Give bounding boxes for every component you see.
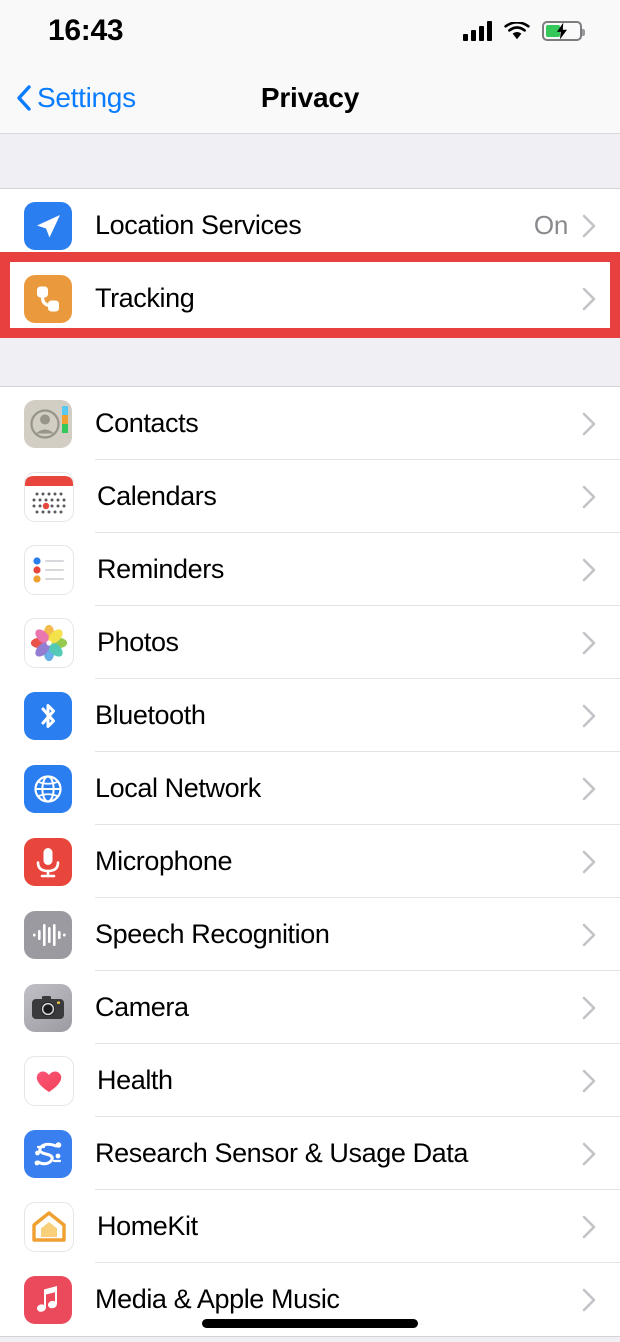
settings-row-bluetooth[interactable]: Bluetooth bbox=[0, 679, 620, 752]
settings-row-label: HomeKit bbox=[97, 1211, 198, 1241]
settings-row-research-sensor[interactable]: Research Sensor & Usage Data bbox=[0, 1117, 620, 1190]
settings-row-label: Photos bbox=[97, 627, 179, 657]
local-network-icon bbox=[24, 764, 72, 813]
page-title: Privacy bbox=[260, 81, 360, 113]
location-services-icon bbox=[24, 201, 72, 250]
settings-row-reminders[interactable]: Reminders bbox=[0, 533, 620, 606]
settings-row-speech-recognition[interactable]: Speech Recognition bbox=[0, 898, 620, 971]
chevron-right-icon bbox=[582, 287, 596, 310]
settings-row-label: Health bbox=[97, 1065, 173, 1095]
privacy-section-app-permissions: Contacts Calendars Reminders Photos Blue… bbox=[0, 386, 620, 1337]
wifi-icon bbox=[504, 21, 530, 41]
settings-row-microphone[interactable]: Microphone bbox=[0, 825, 620, 898]
contacts-icon bbox=[24, 399, 72, 448]
navigation-bar: Settings Privacy bbox=[0, 62, 620, 134]
battery-charging-icon bbox=[542, 21, 585, 41]
chevron-right-icon bbox=[582, 1142, 596, 1165]
settings-row-photos[interactable]: Photos bbox=[0, 606, 620, 679]
settings-row-camera[interactable]: Camera bbox=[0, 971, 620, 1044]
health-icon bbox=[24, 1055, 74, 1106]
reminders-icon bbox=[24, 544, 74, 595]
homekit-icon bbox=[24, 1201, 74, 1252]
settings-row-label: Camera bbox=[95, 992, 189, 1022]
settings-row-tracking[interactable]: Tracking bbox=[0, 262, 620, 335]
chevron-right-icon bbox=[582, 1288, 596, 1311]
status-bar: 16:43 bbox=[0, 0, 620, 62]
settings-row-label: Calendars bbox=[97, 481, 217, 511]
settings-row-label: Speech Recognition bbox=[95, 919, 330, 949]
settings-row-label: Reminders bbox=[97, 554, 224, 584]
settings-row-label: Local Network bbox=[95, 773, 261, 803]
photos-icon bbox=[24, 617, 74, 668]
chevron-right-icon bbox=[582, 704, 596, 727]
cellular-signal-icon bbox=[463, 21, 492, 41]
camera-icon bbox=[24, 983, 72, 1032]
settings-row-label: Media & Apple Music bbox=[95, 1284, 340, 1314]
settings-row-label: Microphone bbox=[95, 846, 233, 876]
privacy-section-primary: Location Services On Tracking bbox=[0, 188, 620, 336]
settings-row-calendars[interactable]: Calendars bbox=[0, 460, 620, 533]
chevron-right-icon bbox=[582, 923, 596, 946]
media-apple-music-icon bbox=[24, 1275, 72, 1324]
settings-row-location-services[interactable]: Location Services On bbox=[0, 189, 620, 262]
settings-row-label: Location Services bbox=[95, 210, 302, 240]
settings-row-contacts[interactable]: Contacts bbox=[0, 387, 620, 460]
settings-row-label: Research Sensor & Usage Data bbox=[95, 1138, 468, 1168]
section-spacer-top bbox=[0, 134, 620, 188]
chevron-right-icon bbox=[582, 412, 596, 435]
charging-bolt-icon bbox=[557, 22, 567, 40]
calendars-icon bbox=[24, 471, 74, 522]
settings-row-label: Bluetooth bbox=[95, 700, 206, 730]
settings-row-label: Tracking bbox=[95, 283, 195, 313]
chevron-right-icon bbox=[582, 996, 596, 1019]
microphone-icon bbox=[24, 837, 72, 886]
chevron-right-icon bbox=[582, 850, 596, 873]
chevron-right-icon bbox=[582, 214, 596, 237]
speech-recognition-icon bbox=[24, 910, 72, 959]
settings-row-value: On bbox=[533, 210, 568, 240]
settings-row-local-network[interactable]: Local Network bbox=[0, 752, 620, 825]
chevron-right-icon bbox=[582, 631, 596, 654]
settings-row-homekit[interactable]: HomeKit bbox=[0, 1190, 620, 1263]
chevron-right-icon bbox=[582, 777, 596, 800]
settings-row-label: Contacts bbox=[95, 408, 199, 438]
section-spacer-middle bbox=[0, 336, 620, 386]
settings-row-health[interactable]: Health bbox=[0, 1044, 620, 1117]
chevron-right-icon bbox=[582, 558, 596, 581]
research-sensor-icon bbox=[24, 1129, 72, 1178]
status-bar-indicators bbox=[463, 21, 585, 41]
status-bar-time: 16:43 bbox=[48, 14, 124, 47]
chevron-right-icon bbox=[582, 485, 596, 508]
tracking-icon bbox=[24, 274, 72, 323]
chevron-right-icon bbox=[582, 1069, 596, 1092]
home-indicator bbox=[202, 1319, 418, 1328]
bluetooth-icon bbox=[24, 691, 72, 740]
chevron-right-icon bbox=[582, 1215, 596, 1238]
